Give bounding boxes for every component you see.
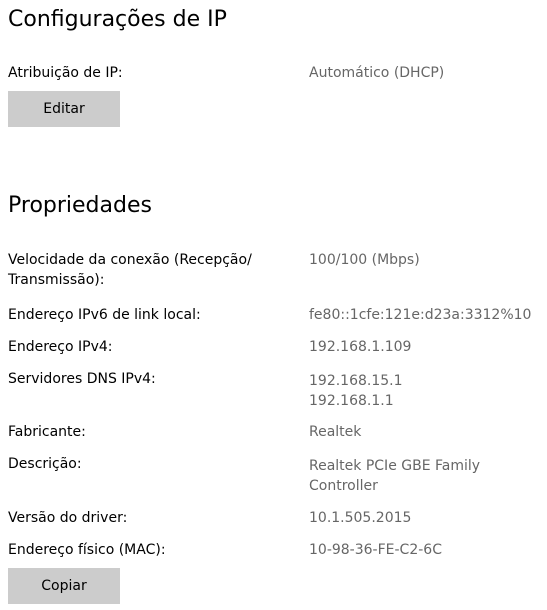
driver-version-label: Versão do driver:	[8, 510, 128, 526]
manufacturer-value: Realtek	[309, 424, 362, 440]
ipv4-dns-servers-label: Servidores DNS IPv4:	[8, 371, 156, 387]
description-label: Descrição:	[8, 456, 82, 472]
connection-speed-value: 100/100 (Mbps)	[309, 252, 420, 268]
ipv4-address-value: 192.168.1.109	[309, 339, 412, 355]
ipv6-link-local-label: Endereço IPv6 de link local:	[8, 307, 201, 323]
description-value: Realtek PCIe GBE Family Controller	[309, 458, 481, 494]
manufacturer-label: Fabricante:	[8, 424, 86, 440]
mac-address-label: Endereço físico (MAC):	[8, 542, 166, 558]
ipv4-address-label: Endereço IPv4:	[8, 339, 113, 355]
ip-assignment-value: Automático (DHCP)	[309, 65, 445, 81]
mac-address-value: 10-98-36-FE-C2-6C	[309, 542, 442, 558]
copy-button[interactable]: Copiar	[8, 568, 120, 604]
edit-button[interactable]: Editar	[8, 91, 120, 127]
ip-settings-title: Configurações de IP	[8, 7, 227, 32]
driver-version-value: 10.1.505.2015	[309, 510, 412, 526]
ipv6-link-local-value: fe80::1cfe:121e:d23a:3312%10	[309, 307, 532, 323]
ipv4-dns-servers-value: 192.168.15.1 192.168.1.1	[309, 373, 403, 409]
connection-speed-label: Velocidade da conexão (Recepção/ Transmi…	[8, 252, 252, 288]
ip-assignment-label: Atribuição de IP:	[8, 65, 123, 81]
properties-title: Propriedades	[8, 193, 152, 218]
